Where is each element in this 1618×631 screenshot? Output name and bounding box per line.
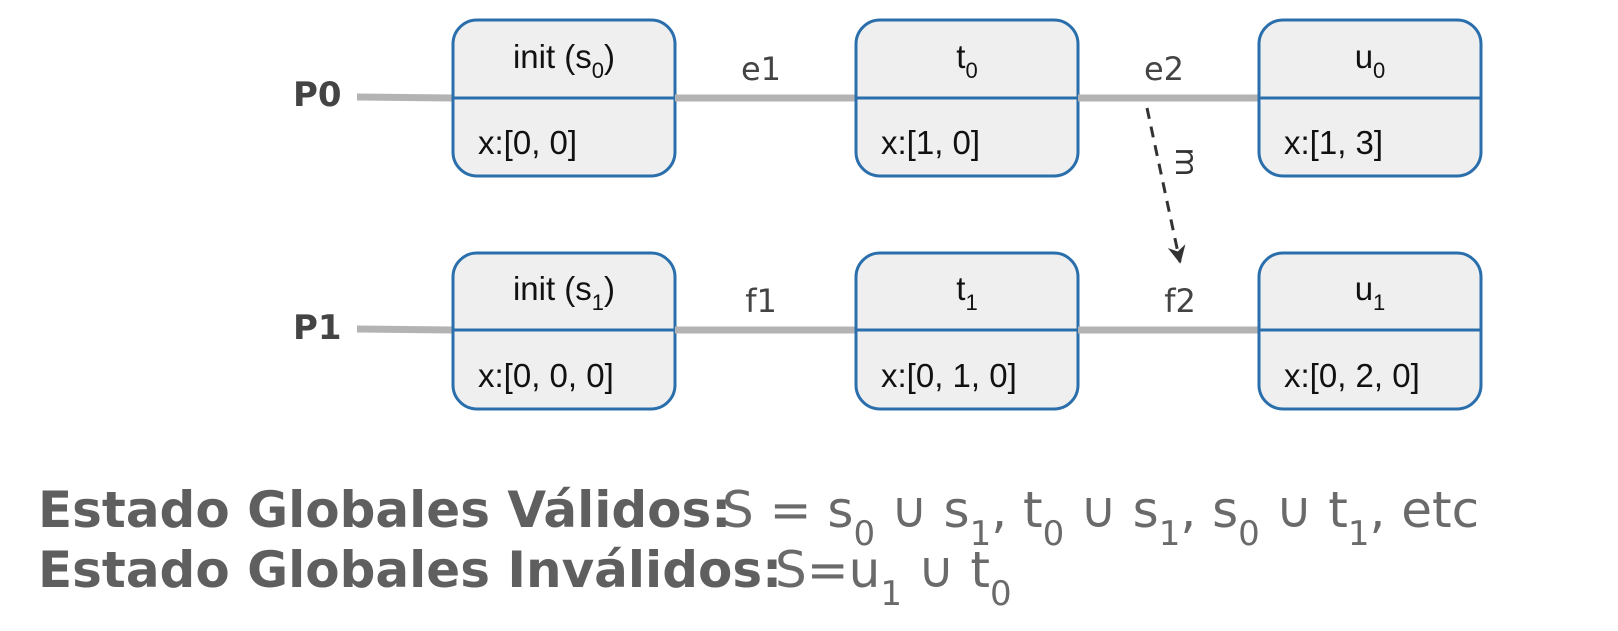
state-box-init-s0[interactable]: init (s0) x:[0, 0]: [451, 18, 677, 178]
process-row-p1: P1 init (s1) x:[0, 0, 0] f1 t1 x:[0, 1, …: [293, 251, 1483, 411]
formula-text-part: , etc: [1369, 481, 1479, 539]
formula-text-part: ∪ s: [1064, 481, 1158, 539]
process-label-p0: P0: [293, 75, 342, 115]
state-vars: x:[0, 1, 0]: [881, 357, 1017, 394]
formula-subscript: 0: [1238, 514, 1260, 554]
formula-subscript: 1: [1159, 514, 1181, 554]
formula-subscript: 0: [1043, 514, 1065, 554]
message-label-m: m: [1168, 147, 1203, 176]
event-label-f1: f1: [745, 282, 777, 320]
state-vars: x:[0, 0]: [478, 124, 577, 161]
formula-text-part: ∪ t: [902, 541, 990, 599]
formula-text-part: S=u: [775, 541, 880, 599]
state-vars: x:[0, 2, 0]: [1284, 357, 1420, 394]
state-box-u0[interactable]: u0 x:[1, 3]: [1257, 18, 1483, 178]
state-box-t1[interactable]: t1 x:[0, 1, 0]: [854, 251, 1080, 411]
formula-text-part: S = s: [722, 481, 853, 539]
formula-text-part: , s: [1180, 481, 1238, 539]
start-arrow-p1: [356, 325, 453, 334]
process-diagram: P0 init (s0) x:[0, 0] e1 t0 x:[1, 0] e2 …: [38, 18, 1483, 614]
invalid-states-formula: S=u1 ∪ t0: [775, 541, 1012, 614]
event-label-f2: f2: [1164, 282, 1196, 320]
state-vars: x:[1, 0]: [881, 124, 980, 161]
process-row-p0: P0 init (s0) x:[0, 0] e1 t0 x:[1, 0] e2 …: [293, 18, 1483, 178]
start-arrow-p0: [356, 93, 453, 102]
state-vars: x:[0, 0, 0]: [478, 357, 614, 394]
state-vars: x:[1, 3]: [1284, 124, 1383, 161]
formula-text-part: ∪ t: [1260, 481, 1348, 539]
state-box-u1[interactable]: u1 x:[0, 2, 0]: [1257, 251, 1483, 411]
process-label-p1: P1: [293, 308, 342, 348]
formula-subscript: 1: [1348, 514, 1370, 554]
formula-subscript: 1: [880, 574, 902, 614]
formula-text-part: ∪ s: [875, 481, 969, 539]
state-box-t0[interactable]: t0 x:[1, 0]: [854, 18, 1080, 178]
state-box-init-s1[interactable]: init (s1) x:[0, 0, 0]: [451, 251, 677, 411]
invalid-states-label: Estado Globales Inválidos:: [38, 541, 782, 599]
message-arrow-m: m: [1145, 107, 1203, 264]
invalid-global-states: Estado Globales Inválidos: S=u1 ∪ t0: [38, 541, 1012, 614]
event-label-e1: e1: [741, 50, 781, 88]
valid-states-label: Estado Globales Válidos:: [38, 481, 731, 539]
formula-subscript: 0: [990, 574, 1012, 614]
event-label-e2: e2: [1144, 50, 1184, 88]
formula-text-part: , t: [991, 481, 1042, 539]
